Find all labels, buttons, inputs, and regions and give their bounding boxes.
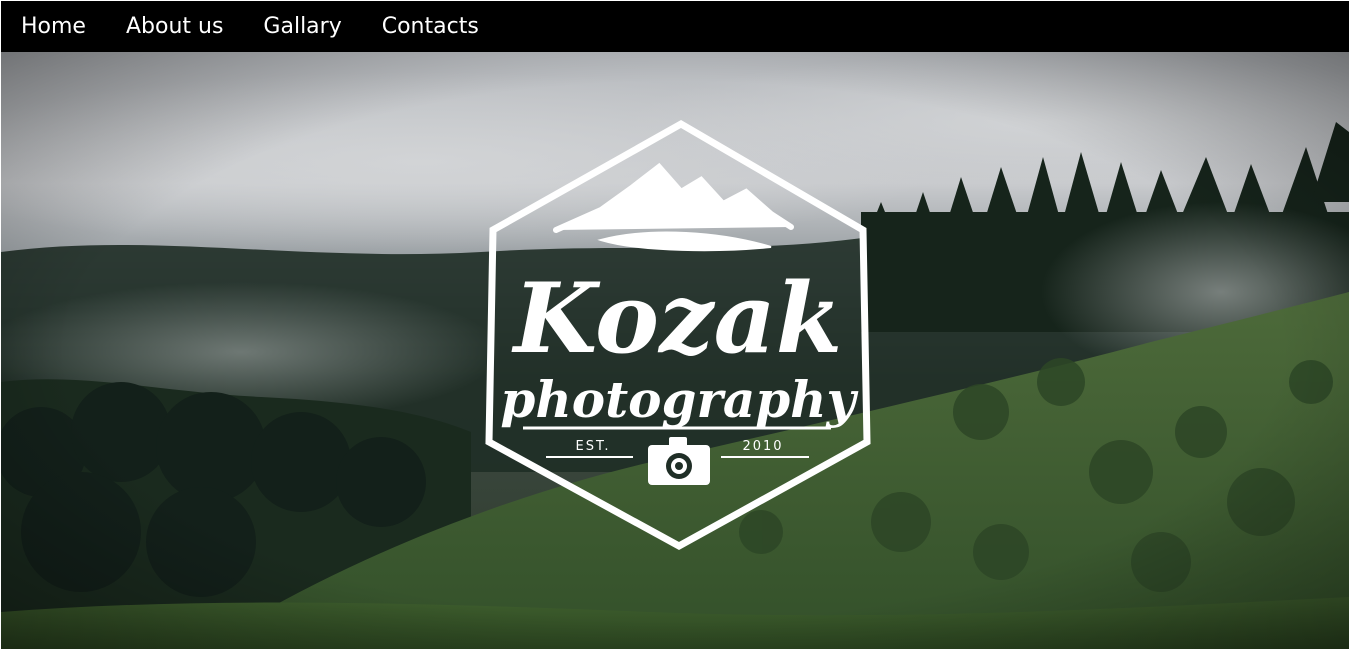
page: Home About us Gallary Contacts Kozak pho… bbox=[0, 0, 1351, 649]
hero-image: Kozak photography EST. 2010 bbox=[1, 52, 1349, 649]
nav-home-link[interactable]: Home bbox=[21, 1, 86, 52]
hero-banner: Kozak photography EST. 2010 bbox=[1, 52, 1349, 649]
logo-year: 2010 bbox=[742, 439, 783, 454]
top-nav: Home About us Gallary Contacts bbox=[1, 1, 1349, 52]
logo-word-sub: photography bbox=[500, 370, 858, 429]
nav-gallery-link[interactable]: Gallary bbox=[263, 1, 341, 52]
logo-word-main: Kozak bbox=[511, 262, 843, 375]
nav-about-link[interactable]: About us bbox=[126, 1, 223, 52]
nav-contacts-link[interactable]: Contacts bbox=[382, 1, 479, 52]
logo-est-label: EST. bbox=[576, 439, 611, 454]
